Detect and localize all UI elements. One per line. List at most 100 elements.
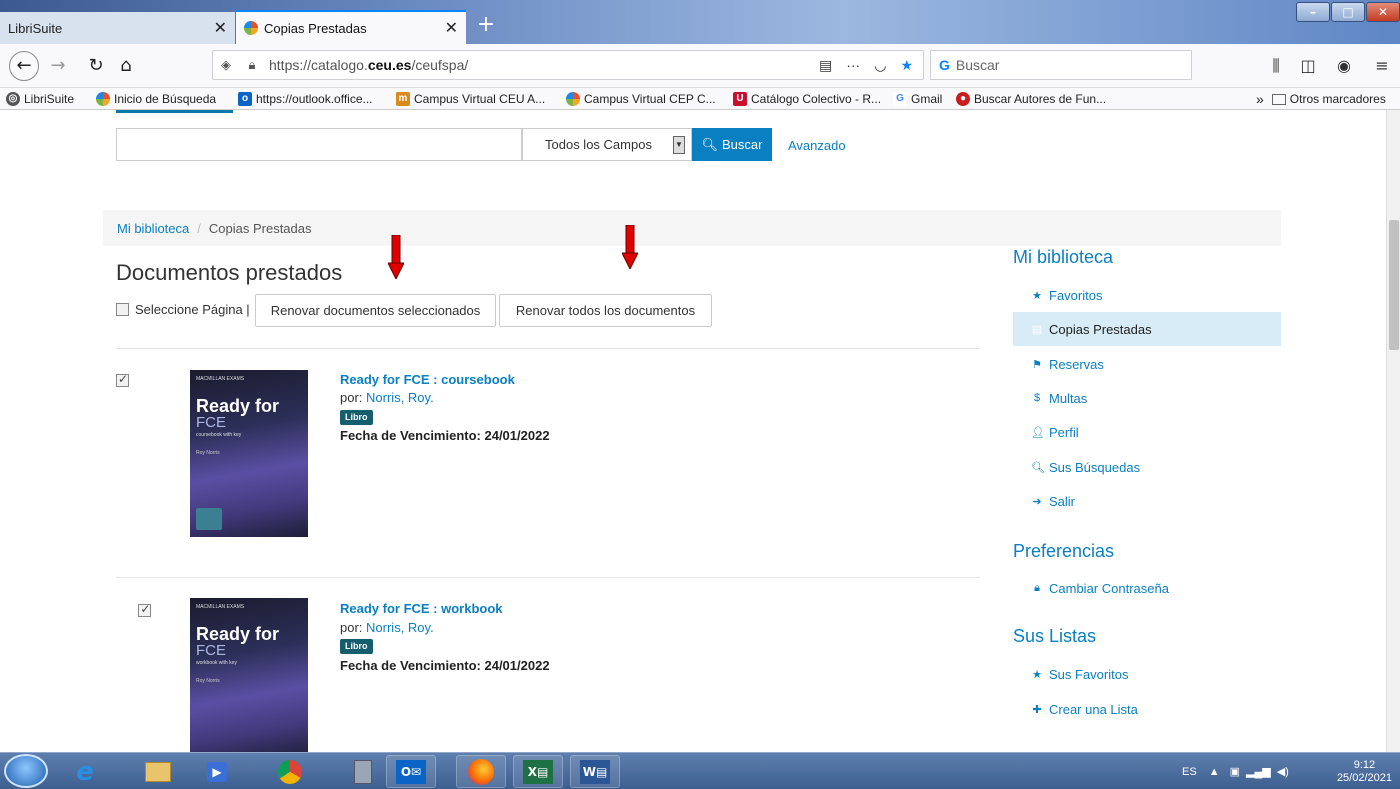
shield-icon[interactable]: ◈ [213,57,239,73]
excel-taskbar-icon[interactable]: X▤ [513,755,563,788]
book-cover-image[interactable]: MACMILLAN EXAMS Ready for FCE workbook w… [190,598,308,752]
bookmark-outlook[interactable]: o https://outlook.office... [238,91,373,107]
format-badge: Libro [340,410,373,425]
item-due-date: Fecha de Vencimiento: 24/01/2022 [340,658,550,673]
library-icon[interactable]: ⫼ [1262,52,1290,80]
item-author: por: Norris, Roy. [340,620,434,635]
book-cover-image[interactable]: MACMILLAN EXAMS Ready for FCE coursebook… [190,370,308,537]
sidebar-toggle-icon[interactable]: ◫ [1294,52,1322,80]
bookmarks-bar: ◎ LibriSuite Inicio de Búsqueda o https://… [0,88,1400,110]
search-icon: 🔍︎ [701,136,719,152]
forward-button[interactable]: → [44,52,72,80]
bookmark-campus-cep[interactable]: Campus Virtual CEP C... [566,91,716,107]
internet-explorer-icon[interactable]: e [60,755,110,788]
close-tab-icon[interactable]: ✕ [445,18,458,38]
renew-all-button[interactable]: Renovar todos los documentos [499,294,712,327]
red-arrow-annotation [622,225,638,269]
network-icon[interactable]: ▣ [1230,765,1240,778]
bookmark-gmail[interactable]: G Gmail [893,91,942,107]
bookmark-inicio[interactable]: Inicio de Búsqueda [96,91,216,107]
search-field-select[interactable]: Todos los Campos ▼ [522,128,692,161]
reload-button[interactable]: ↻ [82,52,110,80]
chevron-down-icon[interactable]: ▼ [673,135,685,154]
bookmark-librisuite[interactable]: ◎ LibriSuite [6,91,74,107]
home-button[interactable]: ⌂ [112,52,140,80]
new-tab-button[interactable]: + [472,12,500,40]
outlook-taskbar-icon[interactable]: O✉ [386,755,436,788]
select-page-checkbox-row[interactable]: Seleccione Página | [116,302,250,317]
sidebar-heading-sus-listas: Sus Listas [1013,626,1097,646]
moodle-icon: m [396,92,410,106]
bookmark-campus-ceu[interactable]: m Campus Virtual CEU A... [396,91,545,107]
author-link[interactable]: Norris, Roy. [366,620,434,635]
close-window-button[interactable]: ✕ [1366,2,1400,22]
calculator-icon[interactable] [338,755,388,788]
sidebar-item-multas[interactable]: $ Multas [1013,381,1281,415]
more-actions-icon[interactable]: ··· [846,57,860,74]
chevron-double-right-icon: » [1256,91,1264,107]
sidebar-item-cambiar-contrasena[interactable]: 🔒︎ Cambiar Contraseña [1013,571,1281,605]
star-icon: ★ [1032,668,1042,681]
browser-search-bar[interactable]: G Buscar [930,50,1192,80]
search-engine-icon[interactable]: G [939,57,950,73]
plus-icon: ✚ [1032,703,1042,716]
scrollbar-thumb[interactable] [1389,220,1399,350]
sidebar-item-perfil[interactable]: 👤︎ Perfil [1013,415,1281,449]
lock-icon: 🔒︎ [1034,581,1040,594]
start-button[interactable] [4,754,48,788]
chrome-icon[interactable] [265,755,315,788]
sidebar-item-copias-prestadas[interactable]: ▤ Copias Prestadas [1013,312,1281,346]
sidebar-item-salir[interactable]: ➜ Salir [1013,484,1281,518]
item-title-link[interactable]: Ready for FCE : workbook [340,601,503,616]
sidebar-item-crear-lista[interactable]: ✚ Crear una Lista [1013,692,1281,726]
tab-label: Copias Prestadas [264,20,367,36]
search-button[interactable]: 🔍︎ Buscar [692,128,772,161]
language-indicator[interactable]: ES [1182,766,1197,778]
tab-librisuite[interactable]: LibriSuite ✕ [0,12,235,44]
lock-icon[interactable]: 🔒︎ [239,57,265,73]
item-checkbox[interactable] [116,372,129,387]
tab-label: LibriSuite [8,20,63,36]
maximize-button[interactable]: □ [1331,2,1365,22]
google-icon: G [893,92,907,106]
file-explorer-icon[interactable] [133,755,183,788]
menu-icon[interactable]: ≡ [1368,52,1396,80]
url-bar[interactable]: ◈ 🔒︎ https://catalogo.ceu.es/ceufspa/ ▤ … [212,50,924,80]
select-page-checkbox[interactable] [116,303,129,316]
breadcrumb-home-link[interactable]: Mi biblioteca [117,221,189,236]
outlook-icon: o [238,92,252,106]
sidebar-item-favoritos[interactable]: ★ Favoritos [1013,278,1281,312]
item-title-link[interactable]: Ready for FCE : coursebook [340,372,515,387]
tray-expand-icon[interactable]: ▲ [1209,766,1220,778]
pocket-icon[interactable]: ◡ [874,57,886,74]
sidebar-item-sus-busquedas[interactable]: 🔍︎ Sus Búsquedas [1013,450,1281,484]
dollar-icon: $ [1033,392,1041,404]
minimize-button[interactable]: – [1296,2,1330,22]
close-tab-icon[interactable]: ✕ [214,18,227,38]
tab-copias-prestadas[interactable]: Copias Prestadas ✕ [236,10,466,44]
bookmark-buscar-autores[interactable]: ● Buscar Autores de Fun... [956,91,1106,107]
renew-selected-button[interactable]: Renovar documentos seleccionados [255,294,496,327]
clock[interactable]: 9:12 25/02/2021 [1337,759,1392,785]
sidebar-item-sus-favoritos[interactable]: ★ Sus Favoritos [1013,657,1281,691]
item-checkbox[interactable] [138,602,152,617]
back-button[interactable]: ← [9,51,39,81]
catalog-search-input[interactable] [116,128,522,161]
bookmarks-overflow-button[interactable]: » Otros marcadores [1256,91,1386,107]
divider [116,348,980,349]
word-taskbar-icon[interactable]: W▤ [570,755,620,788]
advanced-search-link[interactable]: Avanzado [788,138,846,153]
bookmark-catalogo[interactable]: U Catálogo Colectivo - R... [733,91,881,107]
bookmark-star-icon[interactable]: ★ [900,57,913,74]
page-title: Documentos prestados [116,260,343,285]
reader-view-icon[interactable]: ▤ [819,57,832,74]
ceu-logo-icon [566,92,580,106]
page-scrollbar[interactable] [1386,110,1400,752]
account-icon[interactable]: ◉ [1330,52,1358,80]
media-player-icon[interactable]: ▶ [192,755,242,788]
volume-icon[interactable]: ◀) [1277,765,1289,778]
signal-icon[interactable]: ▂▄▆ [1246,765,1271,778]
sidebar-item-reservas[interactable]: ⚑ Reservas [1013,347,1281,381]
firefox-taskbar-icon[interactable] [456,755,506,788]
author-link[interactable]: Norris, Roy. [366,390,434,405]
